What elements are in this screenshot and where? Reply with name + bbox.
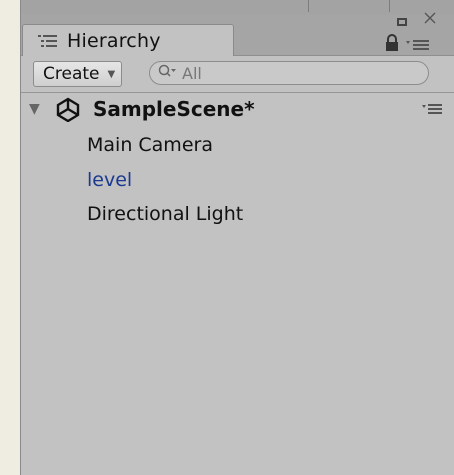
search-placeholder: All	[182, 63, 202, 83]
create-button[interactable]: Create ▼	[33, 61, 123, 87]
menu-icon[interactable]	[405, 38, 431, 56]
unity-icon	[55, 96, 81, 123]
hierarchy-item-level[interactable]: level	[87, 169, 132, 191]
list-icon	[37, 33, 59, 49]
scene-name: SampleScene*	[93, 97, 255, 121]
maximize-icon[interactable]	[397, 15, 407, 31]
close-icon[interactable]	[423, 11, 437, 29]
divider	[389, 0, 390, 12]
toolbar: Create ▼ All	[21, 56, 454, 93]
search-input[interactable]: All	[149, 61, 429, 85]
hierarchy-item-directional-light[interactable]: Directional Light	[87, 203, 243, 225]
lock-icon[interactable]	[385, 34, 399, 56]
create-label: Create	[43, 64, 100, 84]
fold-arrow-icon[interactable]: ▼	[29, 101, 40, 117]
tab-bar: Hierarchy	[21, 11, 454, 56]
menu-icon[interactable]	[421, 101, 443, 117]
hierarchy-item-main-camera[interactable]: Main Camera	[87, 134, 213, 156]
search-icon	[158, 64, 178, 82]
scene-row[interactable]: ▼ SampleScene*	[21, 93, 454, 127]
hierarchy-panel: Hierarchy Create ▼ All ▼ SampleScene* Ma…	[20, 0, 454, 475]
tab-hierarchy[interactable]: Hierarchy	[22, 24, 234, 56]
dropdown-arrow-icon: ▼	[107, 68, 116, 80]
top-strip	[21, 0, 454, 15]
tab-label: Hierarchy	[67, 29, 161, 52]
divider	[308, 0, 309, 12]
